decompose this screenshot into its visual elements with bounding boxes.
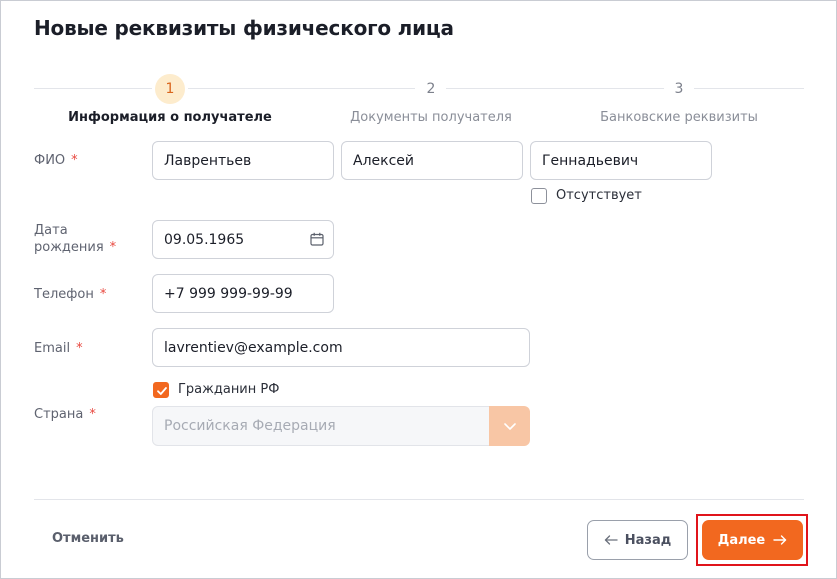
step-2-indicator: 2 [416,74,446,104]
step-2-label: Документы получателя [350,110,512,125]
next-button[interactable]: Далее [702,520,803,560]
citizen-label[interactable]: Гражданин РФ [178,382,279,397]
birth-date-value: 09.05.1965 [164,231,245,248]
fio-label-text: ФИО [34,153,66,168]
required-mark: * [71,153,78,168]
step-3-indicator: 3 [664,74,694,104]
patronymic-input[interactable]: Геннадьевич [530,141,712,180]
back-button-label: Назад [624,532,672,548]
email-input[interactable]: lavrentiev@example.com [152,328,530,367]
cancel-button[interactable]: Отменить [52,531,124,546]
stepper-line [694,88,804,89]
phone-label: Телефон * [34,286,106,303]
phone-input[interactable]: +7 999 999-99-99 [152,274,334,313]
citizen-checkbox[interactable] [153,382,169,398]
arrow-left-icon [604,535,618,545]
required-mark: * [109,240,117,255]
check-icon [157,387,167,395]
country-value: Российская Федерация [164,418,336,434]
calendar-icon[interactable] [310,232,324,246]
arrow-right-icon [773,535,787,545]
last-name-input[interactable]: Лаврентьев [152,141,334,180]
birth-date-label-line1: Дата [34,223,68,238]
phone-label-text: Телефон [34,287,94,302]
birth-date-label: Дата рождения * [34,222,116,256]
country-label-text: Страна [34,407,84,422]
country-label: Страна * [34,406,96,423]
country-dropdown-button[interactable] [489,406,530,446]
email-label: Email * [34,340,83,357]
first-name-value: Алексей [353,152,415,169]
required-mark: * [99,287,107,302]
first-name-input[interactable]: Алексей [341,141,523,180]
last-name-value: Лаврентьев [164,152,252,169]
stepper-line [188,88,415,89]
patronymic-absent-label[interactable]: Отсутствует [556,188,642,203]
patronymic-absent-checkbox[interactable] [531,188,547,204]
back-button[interactable]: Назад [587,520,688,560]
stepper-line [34,88,152,89]
page-title: Новые реквизиты физического лица [34,16,454,40]
email-label-text: Email [34,341,71,356]
birth-date-label-line2: рождения [34,240,104,255]
chevron-down-icon [503,422,516,430]
fio-label: ФИО * [34,152,78,169]
patronymic-value: Геннадьевич [542,152,639,169]
country-select[interactable]: Российская Федерация [152,406,498,446]
next-button-label: Далее [717,532,766,548]
stepper-line [446,88,665,89]
required-mark: * [76,341,83,356]
step-1-label: Информация о получателе [68,110,272,125]
step-3-label: Банковские реквизиты [600,110,758,125]
required-mark: * [89,407,96,422]
footer-divider [34,499,804,500]
email-value: lavrentiev@example.com [164,339,343,356]
step-1-indicator: 1 [155,74,185,104]
birth-date-input[interactable]: 09.05.1965 [152,220,334,259]
phone-value: +7 999 999-99-99 [164,285,293,302]
